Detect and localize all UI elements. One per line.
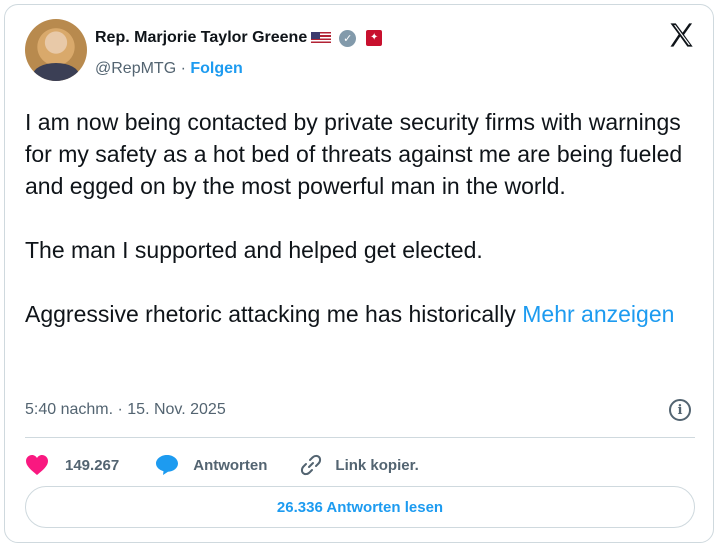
link-icon (301, 454, 322, 476)
separator: · (176, 60, 191, 77)
copy-link-button[interactable]: Link kopier. (299, 453, 419, 477)
tweet-body: I am now being contacted by private secu… (25, 109, 683, 327)
like-button[interactable]: 149.267 (25, 454, 155, 476)
author-name-row: Rep. Marjorie Taylor Greene ✓ ✦ (95, 29, 383, 47)
tweet-card: Rep. Marjorie Taylor Greene ✓ ✦ @RepMTG … (4, 4, 714, 543)
action-bar: 149.267 Antworten Link kopier. (25, 453, 419, 477)
affiliation-badge-icon: ✦ (366, 30, 383, 46)
show-more-link[interactable]: Mehr anzeigen (522, 301, 674, 327)
author-handle[interactable]: @RepMTG (95, 60, 176, 77)
timestamp[interactable]: 5:40 nachm. · 15. Nov. 2025 (25, 401, 226, 419)
author-handle-row: @RepMTG · Folgen (95, 60, 243, 78)
divider (25, 437, 695, 438)
avatar[interactable] (25, 19, 87, 81)
verified-badge-icon: ✓ (339, 29, 357, 47)
tweet-text: I am now being contacted by private secu… (25, 106, 695, 330)
follow-button[interactable]: Folgen (190, 60, 242, 77)
us-flag-icon (311, 31, 332, 45)
info-icon[interactable]: i (669, 399, 691, 421)
like-count: 149.267 (65, 456, 120, 474)
heart-icon (26, 455, 48, 475)
avatar-shirt (33, 63, 79, 81)
read-replies-button[interactable]: 26.336 Antworten lesen (25, 486, 695, 528)
reply-label: Antworten (193, 456, 268, 474)
author-name[interactable]: Rep. Marjorie Taylor Greene (95, 29, 307, 47)
x-logo-icon[interactable] (667, 21, 695, 49)
copy-link-label: Link kopier. (335, 456, 419, 474)
speech-bubble-icon (156, 455, 179, 475)
reply-button[interactable]: Antworten (155, 454, 299, 476)
